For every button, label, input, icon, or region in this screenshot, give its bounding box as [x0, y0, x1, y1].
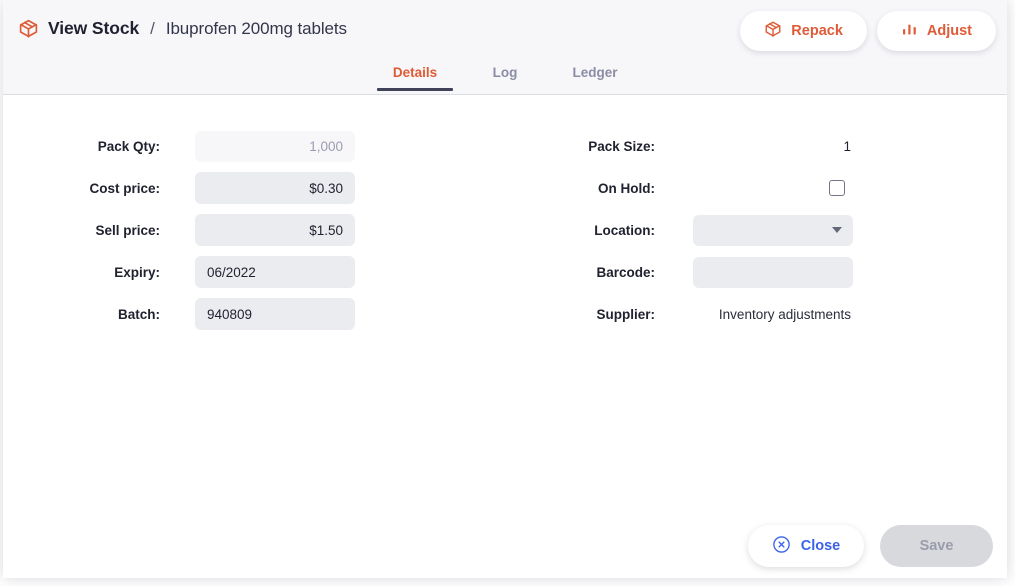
adjust-button[interactable]: Adjust — [876, 11, 996, 51]
repack-button[interactable]: Repack — [740, 11, 867, 51]
header-actions: Repack Adjust — [740, 11, 996, 51]
pack-qty-value: 1,000 — [309, 138, 343, 154]
breadcrumb-separator: / — [150, 18, 155, 38]
sell-price-input[interactable]: $1.50 — [195, 214, 355, 246]
barcode-wrap — [693, 256, 853, 288]
expiry-input[interactable]: 06/2022 — [195, 256, 355, 288]
modal-header: View Stock / Ibuprofen 200mg tablets Rep… — [3, 0, 1007, 95]
field-row-batch: Batch: 940809 — [3, 293, 503, 335]
header-top-bar: View Stock / Ibuprofen 200mg tablets Rep… — [3, 0, 1007, 62]
pack-qty-input[interactable]: 1,000 — [195, 130, 355, 162]
location-select[interactable] — [693, 214, 853, 246]
on-hold-checkbox[interactable] — [829, 180, 845, 196]
on-hold-wrap — [693, 180, 853, 196]
pack-size-value-wrap: 1 — [693, 139, 853, 154]
supplier-label: Supplier: — [596, 306, 655, 322]
batch-value: 940809 — [207, 306, 253, 322]
cost-price-value: $0.30 — [309, 180, 343, 196]
details-panel: Pack Qty: 1,000 Cost price: $0.30 Sell p… — [3, 95, 1007, 578]
location-wrap — [693, 214, 853, 246]
tab-log[interactable]: Log — [460, 62, 550, 91]
field-row-pack-qty: Pack Qty: 1,000 — [3, 125, 503, 167]
form-column-left: Pack Qty: 1,000 Cost price: $0.30 Sell p… — [3, 125, 503, 335]
location-label: Location: — [594, 222, 655, 238]
adjust-button-label: Adjust — [926, 23, 972, 39]
field-row-barcode: Barcode: — [503, 251, 1003, 293]
circle-x-icon — [772, 535, 791, 558]
modal-footer: Close Save — [748, 525, 993, 567]
bar-chart-icon — [901, 21, 918, 42]
field-row-location: Location: — [503, 209, 1003, 251]
close-button-label: Close — [800, 538, 841, 554]
package-box-icon — [18, 18, 39, 39]
tab-details[interactable]: Details — [370, 62, 460, 91]
expiry-label: Expiry: — [114, 264, 160, 280]
breadcrumb: View Stock / Ibuprofen 200mg tablets — [18, 18, 347, 39]
close-button[interactable]: Close — [748, 525, 864, 567]
field-row-sell-price: Sell price: $1.50 — [3, 209, 503, 251]
package-box-icon — [764, 20, 782, 42]
field-row-on-hold: On Hold: — [503, 167, 1003, 209]
supplier-value-wrap: Inventory adjustments — [693, 307, 853, 322]
pack-qty-label: Pack Qty: — [97, 138, 160, 154]
expiry-value: 06/2022 — [207, 264, 256, 280]
sell-price-value: $1.50 — [309, 222, 343, 238]
pack-size-value: 1 — [843, 138, 851, 154]
barcode-input[interactable] — [693, 256, 853, 288]
pack-size-label: Pack Size: — [588, 138, 655, 154]
tab-ledger[interactable]: Ledger — [550, 62, 640, 91]
supplier-value: Inventory adjustments — [718, 306, 851, 322]
cost-price-label: Cost price: — [89, 180, 160, 196]
tab-bar: Details Log Ledger — [3, 62, 1007, 94]
field-row-supplier: Supplier: Inventory adjustments — [503, 293, 1003, 335]
breadcrumb-item-name: Ibuprofen 200mg tablets — [165, 18, 347, 38]
field-row-pack-size: Pack Size: 1 — [503, 125, 1003, 167]
cost-price-input[interactable]: $0.30 — [195, 172, 355, 204]
page-title: View Stock — [48, 18, 140, 38]
batch-label: Batch: — [117, 306, 160, 322]
chevron-down-icon — [832, 227, 842, 233]
view-stock-modal: View Stock / Ibuprofen 200mg tablets Rep… — [3, 0, 1007, 578]
sell-price-label: Sell price: — [95, 222, 160, 238]
barcode-label: Barcode: — [596, 264, 655, 280]
field-row-cost-price: Cost price: $0.30 — [3, 167, 503, 209]
batch-input[interactable]: 940809 — [195, 298, 355, 330]
on-hold-label: On Hold: — [598, 180, 655, 196]
repack-button-label: Repack — [791, 23, 843, 39]
form-column-right: Pack Size: 1 On Hold: Location: Barcode:… — [503, 125, 1003, 335]
save-button[interactable]: Save — [880, 525, 993, 567]
field-row-expiry: Expiry: 06/2022 — [3, 251, 503, 293]
